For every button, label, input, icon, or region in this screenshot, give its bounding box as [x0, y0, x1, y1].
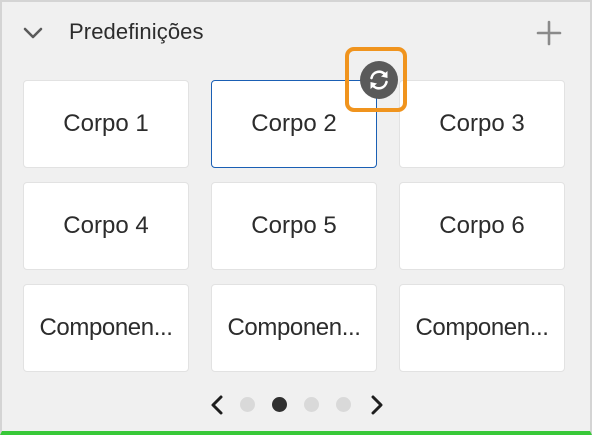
preset-label: Corpo 1: [63, 110, 149, 137]
panel-header: Predefinições: [2, 2, 590, 62]
presets-panel: Predefinições Corpo 1 Corpo 2 Corpo 3 Co…: [0, 0, 592, 435]
page-dot-3[interactable]: [304, 397, 319, 412]
preset-label: Corpo 6: [439, 212, 525, 239]
preset-label: Componen...: [39, 314, 173, 341]
preset-tile[interactable]: Corpo 4: [23, 182, 189, 270]
add-preset-button[interactable]: [535, 19, 563, 47]
preset-label: Componen...: [415, 314, 549, 341]
previous-page-button[interactable]: [207, 393, 227, 417]
page-dot-2-active[interactable]: [272, 397, 287, 412]
page-dot-4[interactable]: [336, 397, 351, 412]
preset-label: Corpo 4: [63, 212, 149, 239]
preset-label: Componen...: [227, 314, 361, 341]
preset-tile[interactable]: Componen...: [399, 284, 565, 372]
preset-label: Corpo 2: [251, 110, 337, 137]
page-dot-1[interactable]: [240, 397, 255, 412]
chevron-right-icon: [371, 395, 383, 415]
preset-tile[interactable]: Corpo 6: [399, 182, 565, 270]
preset-tile[interactable]: Corpo 5: [211, 182, 377, 270]
next-page-button[interactable]: [367, 393, 387, 417]
chevron-left-icon: [211, 395, 223, 415]
preset-grid: Corpo 1 Corpo 2 Corpo 3 Corpo 4 Corpo 5 …: [23, 80, 565, 372]
collapse-button[interactable]: [22, 22, 44, 44]
refresh-icon: [370, 70, 388, 90]
preset-tile[interactable]: Componen...: [211, 284, 377, 372]
preset-tile[interactable]: Corpo 3: [399, 80, 565, 168]
preset-tile[interactable]: Corpo 1: [23, 80, 189, 168]
panel-title: Predefinições: [69, 19, 204, 44]
preset-label: Corpo 3: [439, 110, 525, 137]
preset-label: Corpo 5: [251, 212, 337, 239]
pagination: [2, 387, 590, 423]
plus-icon: [536, 20, 562, 46]
preset-tile[interactable]: Componen...: [23, 284, 189, 372]
refresh-button[interactable]: [360, 61, 398, 99]
chevron-down-icon: [23, 27, 43, 39]
